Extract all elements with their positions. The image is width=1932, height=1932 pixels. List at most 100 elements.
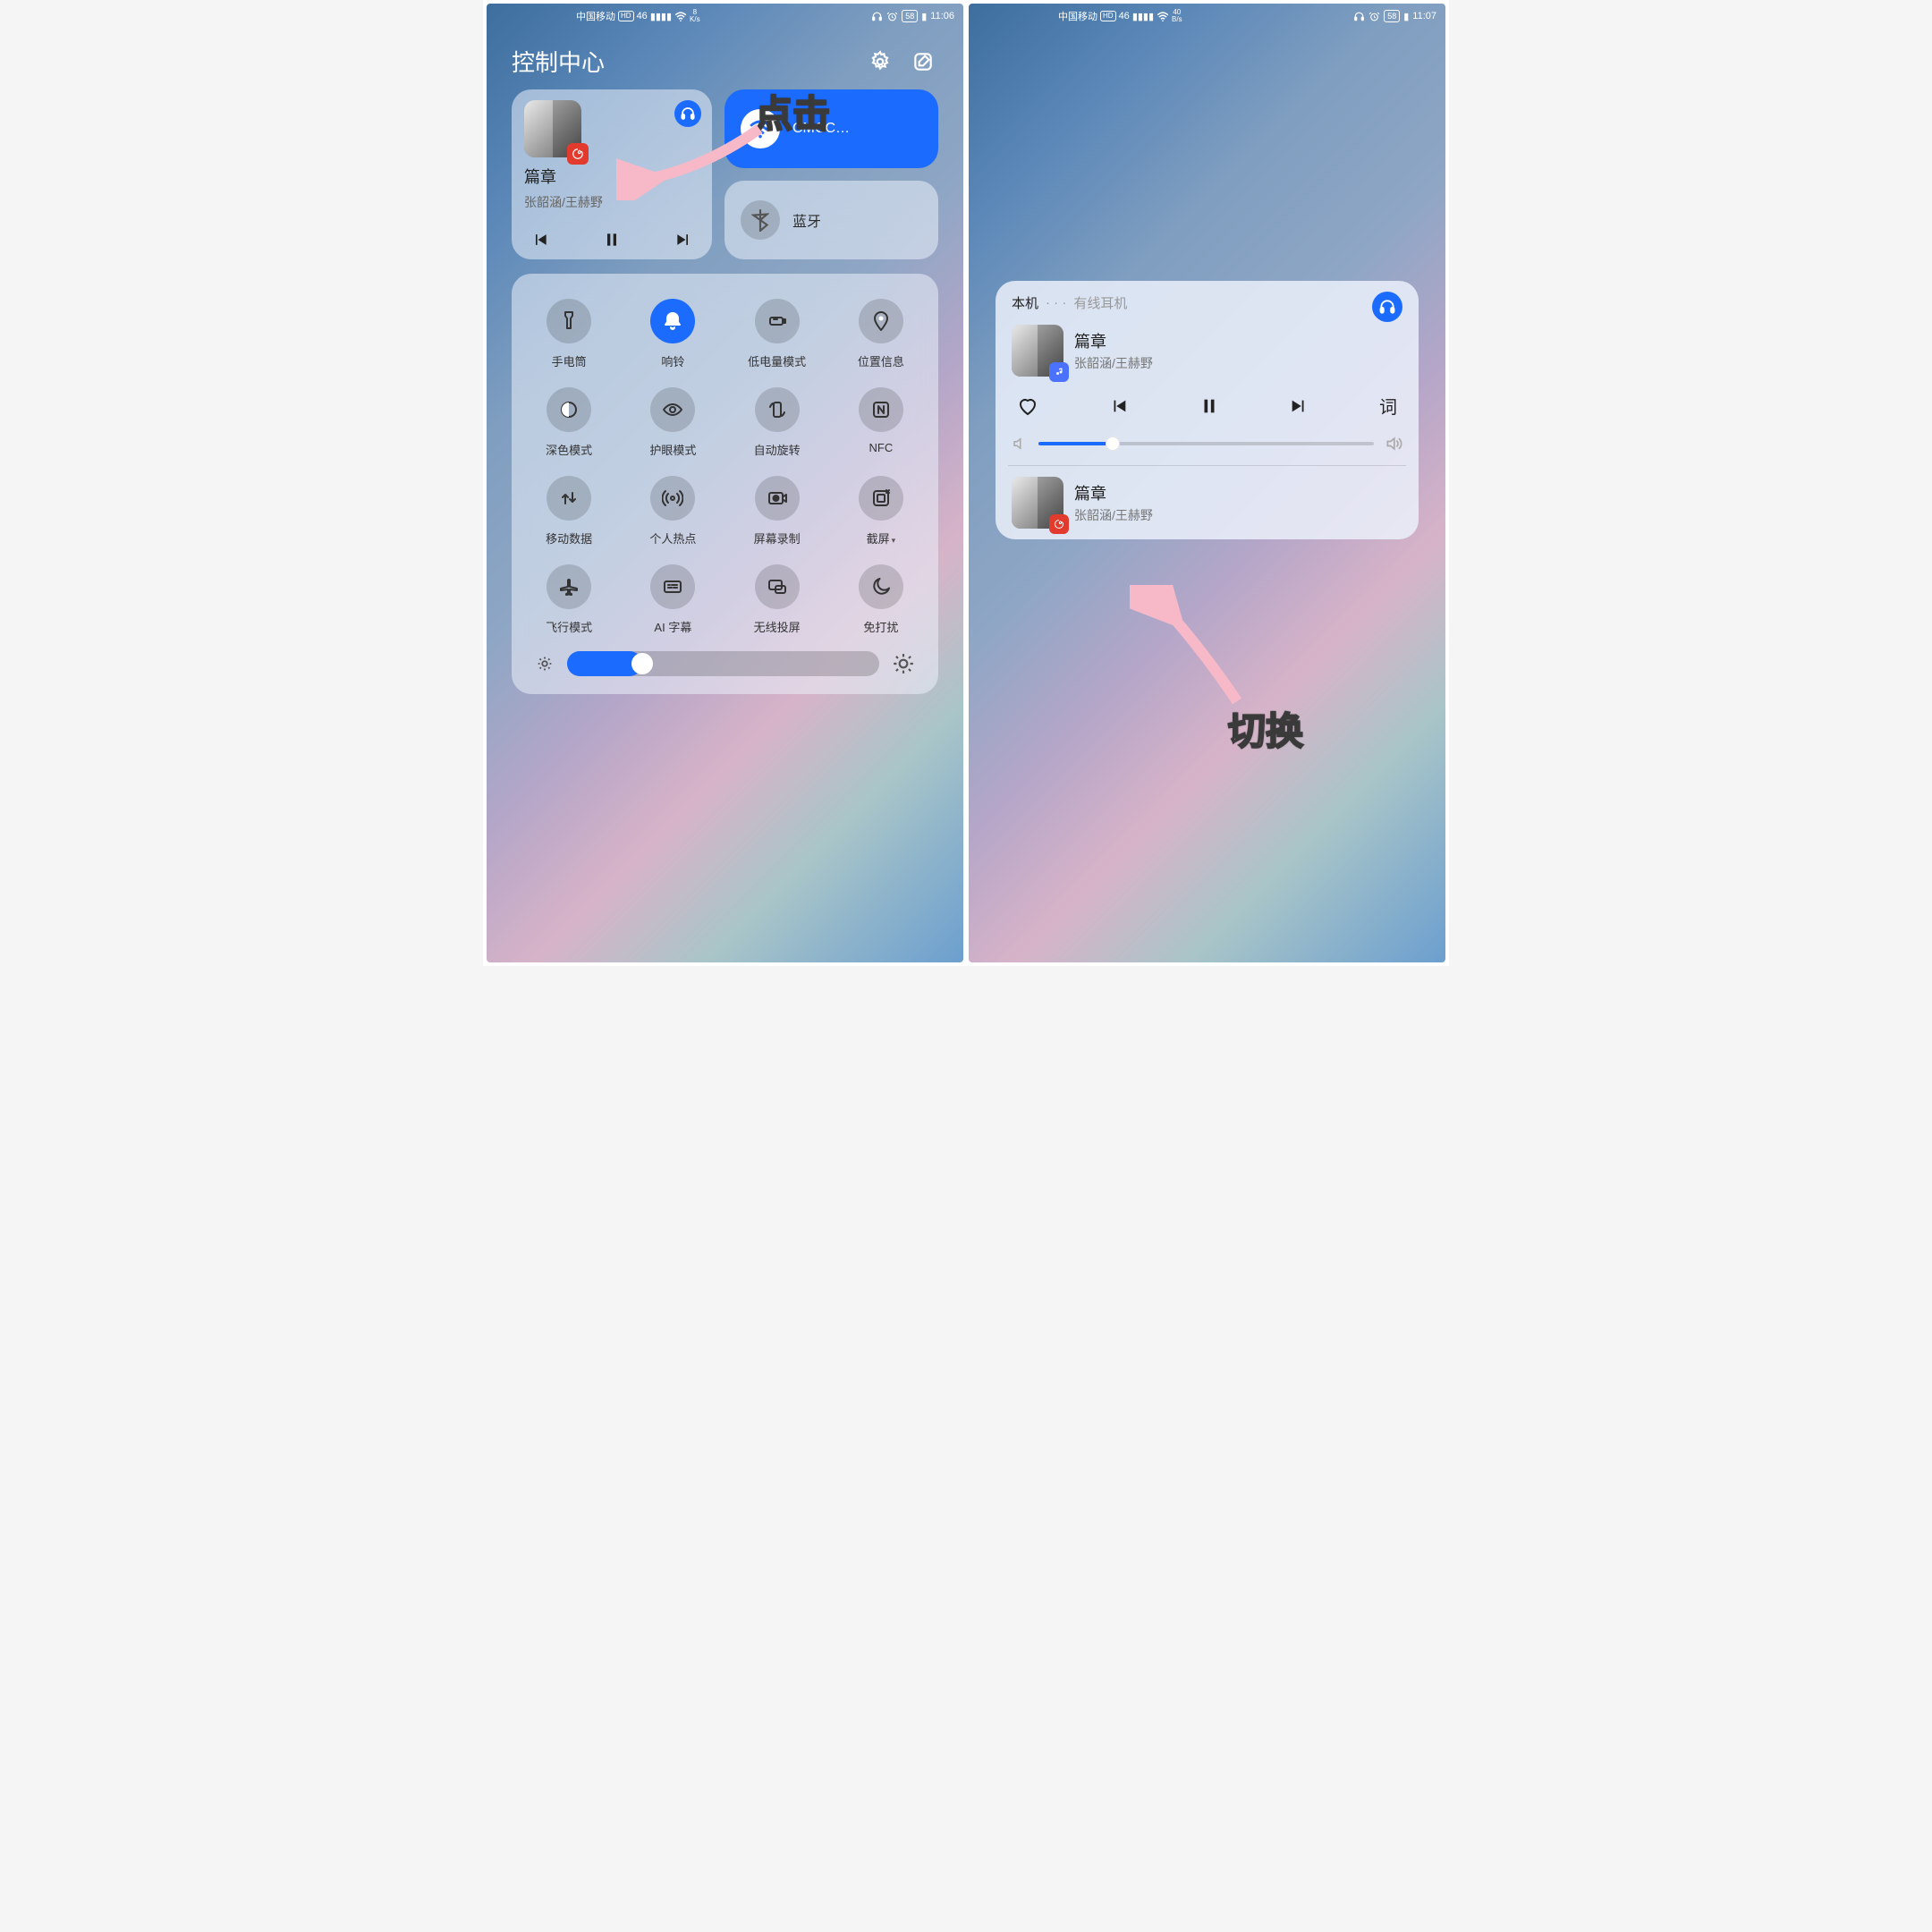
queue-item[interactable]: 篇章 张韶涵/王赫野	[1012, 477, 1402, 529]
carrier-label: 中国移动	[576, 9, 615, 23]
like-button[interactable]	[1017, 395, 1038, 417]
bluetooth-icon	[741, 200, 780, 240]
auto-rotate-icon	[755, 387, 800, 432]
divider	[1008, 465, 1406, 466]
toggle-nfc[interactable]: NFC	[829, 378, 933, 467]
battery-level: 58	[1384, 10, 1400, 22]
wifi-icon	[741, 109, 780, 148]
now-playing-title: 篇章	[1074, 329, 1153, 352]
speed-unit: B/s	[1172, 16, 1182, 23]
bluetooth-tile[interactable]: 蓝牙	[724, 181, 938, 259]
page-title: 控制中心	[512, 45, 852, 78]
wifi-icon	[674, 12, 687, 21]
wireless-proj-icon	[755, 564, 800, 609]
toggle-label: 响铃	[661, 352, 684, 369]
hd-badge: HD	[1100, 11, 1116, 21]
prev-button[interactable]	[1109, 396, 1129, 416]
toggle-low-power[interactable]: 低电量模式	[725, 290, 829, 378]
pause-button[interactable]	[1199, 396, 1219, 416]
lyrics-button[interactable]: 词	[1379, 393, 1397, 419]
toggle-screenshot[interactable]: 截屏▾	[829, 467, 933, 555]
brightness-slider[interactable]	[567, 651, 879, 676]
quick-toggles-panel: 手电筒响铃 低电量模式位置信息深色模式护眼模式 自动旋转 NFC 移动数据 个人热点 屏幕录…	[512, 274, 938, 694]
music-app-badge-icon	[1049, 362, 1069, 382]
nfc-icon	[859, 387, 903, 432]
toggle-screen-record[interactable]: 屏幕录制	[725, 467, 829, 555]
volume-high-icon	[1385, 435, 1402, 453]
net-tag: 46	[1119, 11, 1130, 21]
toggle-ringer[interactable]: 响铃	[621, 290, 724, 378]
headphones-status-icon	[1353, 11, 1365, 22]
toggle-label: 飞行模式	[546, 618, 592, 635]
wifi-icon	[1157, 12, 1169, 21]
bluetooth-label: 蓝牙	[792, 209, 821, 231]
song-title: 篇章	[524, 165, 699, 188]
tab-local-device[interactable]: 本机	[1012, 293, 1038, 312]
toggle-auto-rotate[interactable]: 自动旋转	[725, 378, 829, 467]
netease-badge-icon	[1049, 514, 1069, 534]
battery-icon: ▮	[921, 11, 927, 22]
edit-icon[interactable]	[908, 47, 938, 77]
screenshot-left: 中国移动 HD 46 ▮▮▮▮ 8K/s 58 ▮ 11:06 控制中心	[487, 4, 963, 962]
toggle-dark-mode[interactable]: 深色模式	[517, 378, 621, 467]
dark-mode-icon	[547, 387, 591, 432]
audio-output-icon[interactable]	[674, 100, 701, 127]
wifi-tile[interactable]: CMCC…	[724, 89, 938, 168]
toggle-label: 护眼模式	[649, 441, 696, 458]
next-button[interactable]	[1289, 396, 1309, 416]
audio-output-icon[interactable]	[1372, 292, 1402, 322]
pause-button[interactable]	[603, 231, 621, 249]
net-tag: 46	[637, 11, 648, 21]
settings-icon[interactable]	[865, 47, 895, 77]
toggle-airplane[interactable]: 飞行模式	[517, 555, 621, 644]
location-icon	[859, 299, 903, 343]
toggle-wireless-proj[interactable]: 无线投屏	[725, 555, 829, 644]
ringer-icon	[650, 299, 695, 343]
screen-record-icon	[755, 476, 800, 521]
queue-item-artist: 张韶涵/王赫野	[1074, 506, 1153, 524]
toggle-eye-comfort[interactable]: 护眼模式	[621, 378, 724, 467]
airplane-icon	[547, 564, 591, 609]
toggle-label: 屏幕录制	[754, 530, 801, 547]
status-bar: 中国移动 HD 46 ▮▮▮▮ 8K/s 58 ▮ 11:06	[487, 4, 963, 29]
alarm-status-icon	[886, 11, 898, 22]
alarm-status-icon	[1368, 11, 1380, 22]
speed-unit: K/s	[690, 16, 700, 23]
toggle-flashlight[interactable]: 手电筒	[517, 290, 621, 378]
hd-badge: HD	[618, 11, 634, 21]
toggle-label: 位置信息	[858, 352, 904, 369]
toggle-location[interactable]: 位置信息	[829, 290, 933, 378]
brightness-low-icon	[535, 654, 555, 674]
toggle-dnd[interactable]: 免打扰	[829, 555, 933, 644]
toggle-label: 自动旋转	[754, 441, 801, 458]
carrier-label: 中国移动	[1058, 9, 1097, 23]
toggle-label: 截屏▾	[867, 530, 896, 547]
next-button[interactable]	[674, 231, 692, 249]
battery-level: 58	[902, 10, 918, 22]
music-widget[interactable]: 篇章 张韶涵/王赫野	[512, 89, 712, 259]
toggle-mobile-data[interactable]: 移动数据	[517, 467, 621, 555]
low-power-icon	[755, 299, 800, 343]
headphones-status-icon	[871, 11, 883, 22]
annotation-switch: 切换	[1228, 701, 1303, 756]
annotation-arrow-icon	[1130, 585, 1264, 710]
toggle-ai-subtitle[interactable]: AI 字幕	[621, 555, 724, 644]
toggle-label: AI 字幕	[654, 618, 691, 635]
tab-separator: · · ·	[1046, 295, 1066, 310]
screenshot-right: 中国移动 HD 46 ▮▮▮▮ 40B/s 58 ▮ 11:07 本机 · · …	[969, 4, 1445, 962]
prev-button[interactable]	[531, 231, 549, 249]
toggle-label: NFC	[869, 441, 894, 454]
screenshot-icon	[859, 476, 903, 521]
toggle-label: 移动数据	[546, 530, 592, 547]
toggle-label: 个人热点	[649, 530, 696, 547]
volume-slider[interactable]	[1038, 442, 1374, 445]
toggle-hotspot[interactable]: 个人热点	[621, 467, 724, 555]
clock: 11:07	[1412, 11, 1436, 21]
flashlight-icon	[547, 299, 591, 343]
clock: 11:06	[930, 11, 954, 21]
now-playing-artist: 张韶涵/王赫野	[1074, 354, 1153, 372]
hotspot-icon	[650, 476, 695, 521]
signal-icon: ▮▮▮▮	[1132, 11, 1154, 22]
eye-comfort-icon	[650, 387, 695, 432]
tab-wired-headphones[interactable]: 有线耳机	[1073, 293, 1127, 312]
